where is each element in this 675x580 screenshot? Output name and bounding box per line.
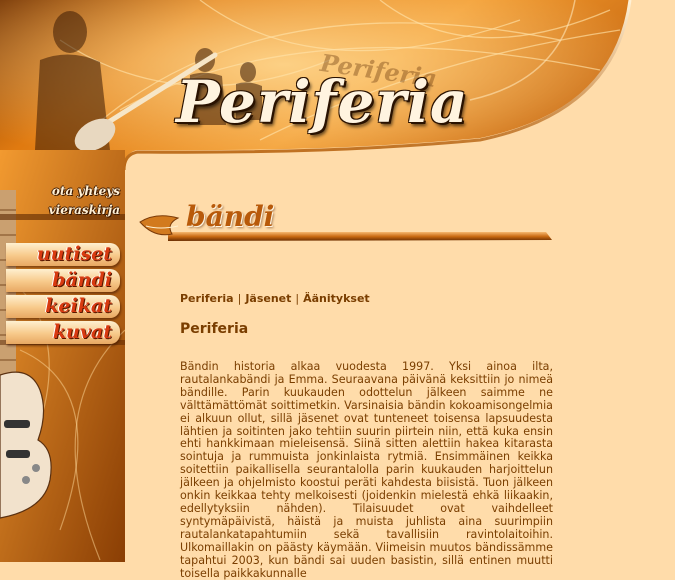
- sub-navigation: Periferia | Jäsenet | Äänitykset: [180, 292, 370, 305]
- nav-item-news[interactable]: uutiset: [6, 243, 120, 266]
- subnav-link-recordings[interactable]: Äänitykset: [303, 292, 370, 305]
- subnav-separator: |: [237, 292, 242, 305]
- section-heading: bändi: [186, 200, 275, 233]
- site-logo[interactable]: Periferia: [176, 68, 469, 136]
- page-title: Periferia: [180, 321, 249, 337]
- nav-link-guestbook[interactable]: vieraskirja: [8, 203, 120, 217]
- subnav-separator: |: [295, 292, 300, 305]
- nav-item-band[interactable]: bändi: [6, 269, 120, 292]
- subnav-link-members[interactable]: Jäsenet: [245, 292, 291, 305]
- band-history-text: Bändin historia alkaa vuodesta 1997. Yks…: [180, 360, 553, 580]
- nav-link-contact[interactable]: ota yhteys: [8, 184, 120, 198]
- nav-item-photos[interactable]: kuvat: [6, 321, 120, 344]
- subnav-link-periferia[interactable]: Periferia: [180, 292, 234, 305]
- left-sidebar: ota yhteys vieraskirja uutiset bändi kei…: [0, 150, 125, 562]
- nav-item-gigs[interactable]: keikat: [6, 295, 120, 318]
